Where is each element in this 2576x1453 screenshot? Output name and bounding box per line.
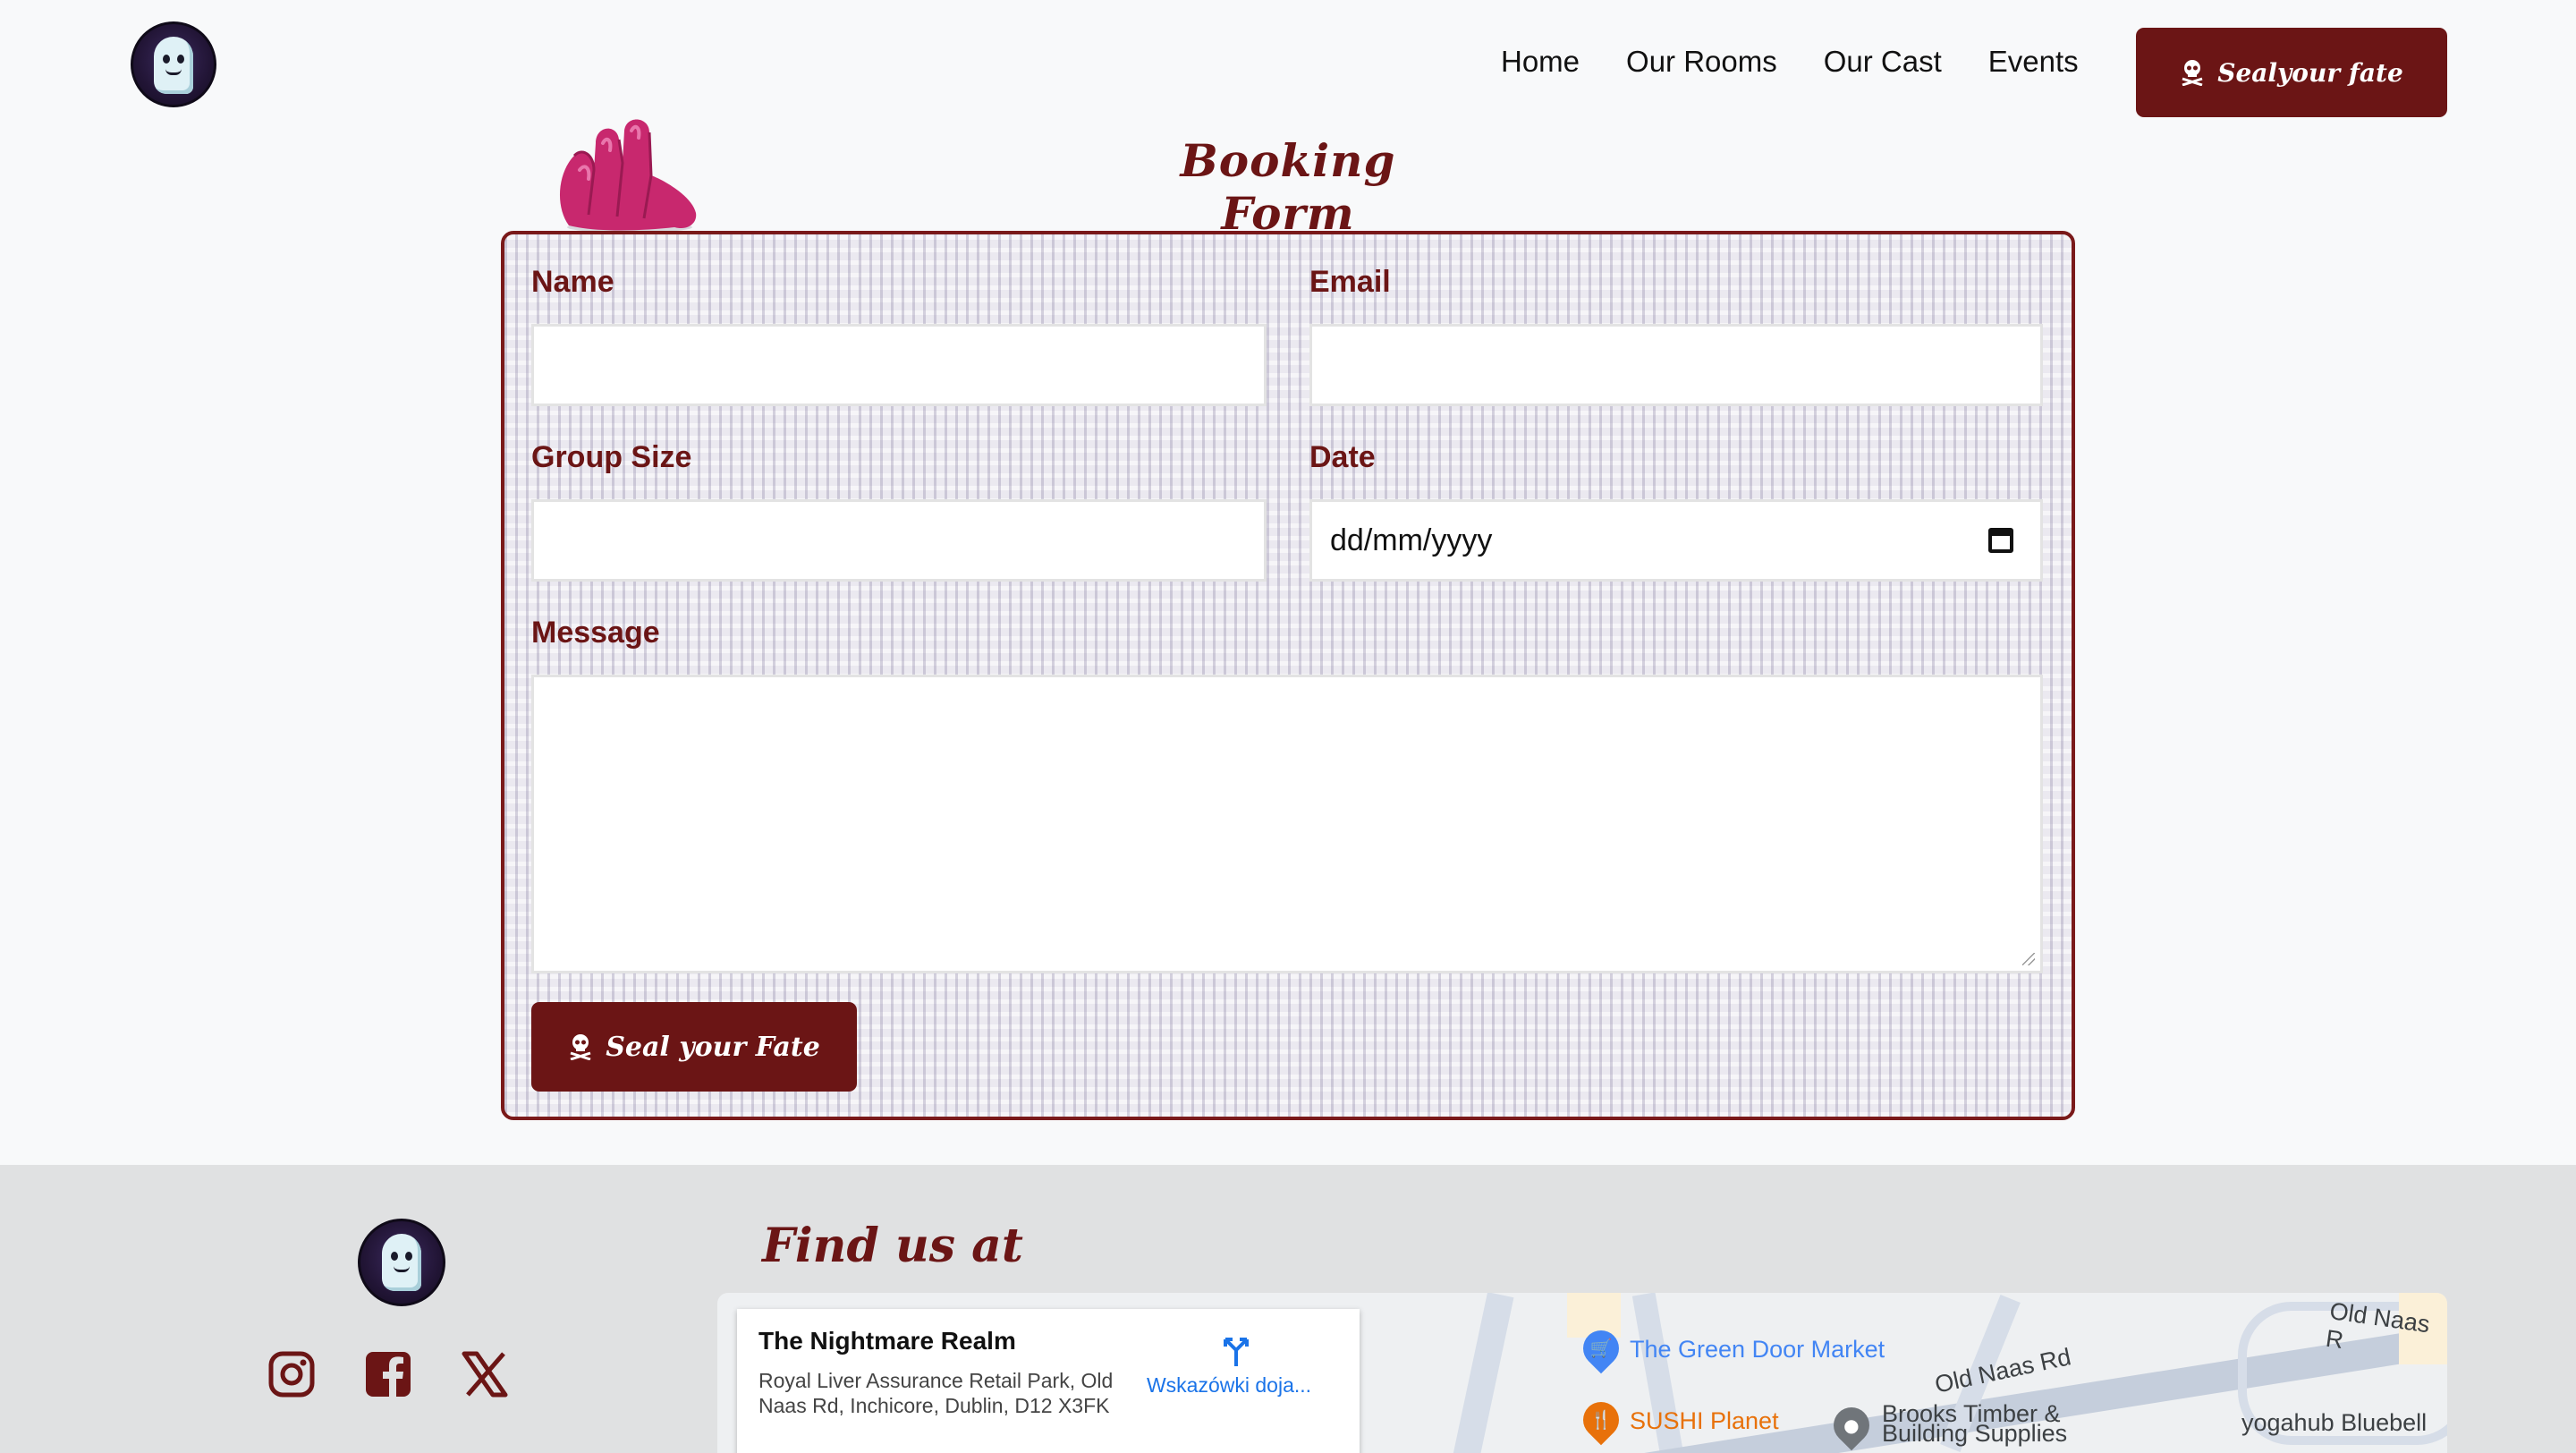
find-us-title: Find us at (762, 1219, 1023, 1273)
x-icon[interactable] (460, 1349, 510, 1399)
map-label-sushi[interactable]: SUSHI Planet (1630, 1407, 1779, 1435)
map-place-address: Royal Liver Assurance Retail Park, Old N… (758, 1369, 1114, 1417)
site-header: Home Our Rooms Our Cast Events Sealyour … (0, 0, 2576, 134)
calendar-icon[interactable] (1988, 528, 2013, 553)
group-size-label: Group Size (531, 440, 692, 474)
message-field[interactable] (531, 675, 2043, 973)
skull-crossbones-icon (568, 1033, 593, 1060)
submit-label: Seal your Fate (606, 1031, 820, 1063)
map-place-name: The Nightmare Realm (758, 1327, 1016, 1355)
nav-our-rooms[interactable]: Our Rooms (1626, 45, 1777, 79)
booking-form-title: Booking Form (1180, 134, 1396, 240)
map-label-yogahub[interactable]: yogahub Bluebell (2241, 1409, 2427, 1437)
directions-icon[interactable] (1220, 1332, 1252, 1368)
embedded-map[interactable]: The Nightmare Realm Royal Liver Assuranc… (717, 1293, 2447, 1453)
map-label-brooks-line2: Building Supplies (1882, 1420, 2068, 1447)
map-directions-link[interactable]: Wskazówki doja... (1131, 1373, 1327, 1398)
booking-form: Name Email Group Size Date dd/mm/yyyy Me… (501, 231, 2075, 1120)
map-label-green-door[interactable]: The Green Door Market (1630, 1336, 1885, 1364)
seal-your-fate-header-button[interactable]: Sealyour fate (2136, 28, 2447, 117)
map-label-brooks[interactable]: Brooks Timber & Building Supplies (1882, 1402, 2068, 1447)
site-footer: Find us at The Nightmare Realm Royal Liv… (0, 1165, 2576, 1453)
message-label: Message (531, 616, 660, 650)
restaurant-pin-icon[interactable]: 🍴 (1575, 1394, 1627, 1446)
nav-events[interactable]: Events (1988, 45, 2079, 79)
instagram-icon[interactable] (267, 1349, 317, 1399)
skull-crossbones-icon (2180, 59, 2205, 86)
seal-your-fate-submit-button[interactable]: Seal your Fate (531, 1002, 857, 1092)
ghost-icon (154, 37, 193, 94)
name-field[interactable] (531, 324, 1267, 406)
date-label: Date (1309, 440, 1376, 474)
ghost-logo[interactable] (131, 21, 216, 107)
ghost-icon (382, 1234, 421, 1291)
group-size-field[interactable] (531, 499, 1267, 582)
footer-ghost-logo[interactable] (358, 1219, 445, 1306)
nav-home[interactable]: Home (1501, 45, 1580, 79)
pink-hand-illustration (553, 116, 707, 233)
main-nav: Home Our Rooms Our Cast Events (1501, 45, 2079, 79)
name-label: Name (531, 265, 614, 299)
email-field[interactable] (1309, 324, 2043, 406)
facebook-icon[interactable] (363, 1349, 413, 1399)
email-label: Email (1309, 265, 1391, 299)
map-place-card: The Nightmare Realm Royal Liver Assuranc… (737, 1309, 1360, 1453)
resize-handle[interactable] (2022, 953, 2035, 965)
date-field[interactable]: dd/mm/yyyy (1309, 499, 2043, 582)
header-cta-label: Sealyour fate (2217, 57, 2403, 88)
date-field-value: dd/mm/yyyy (1330, 523, 1493, 557)
nav-our-cast[interactable]: Our Cast (1824, 45, 1942, 79)
